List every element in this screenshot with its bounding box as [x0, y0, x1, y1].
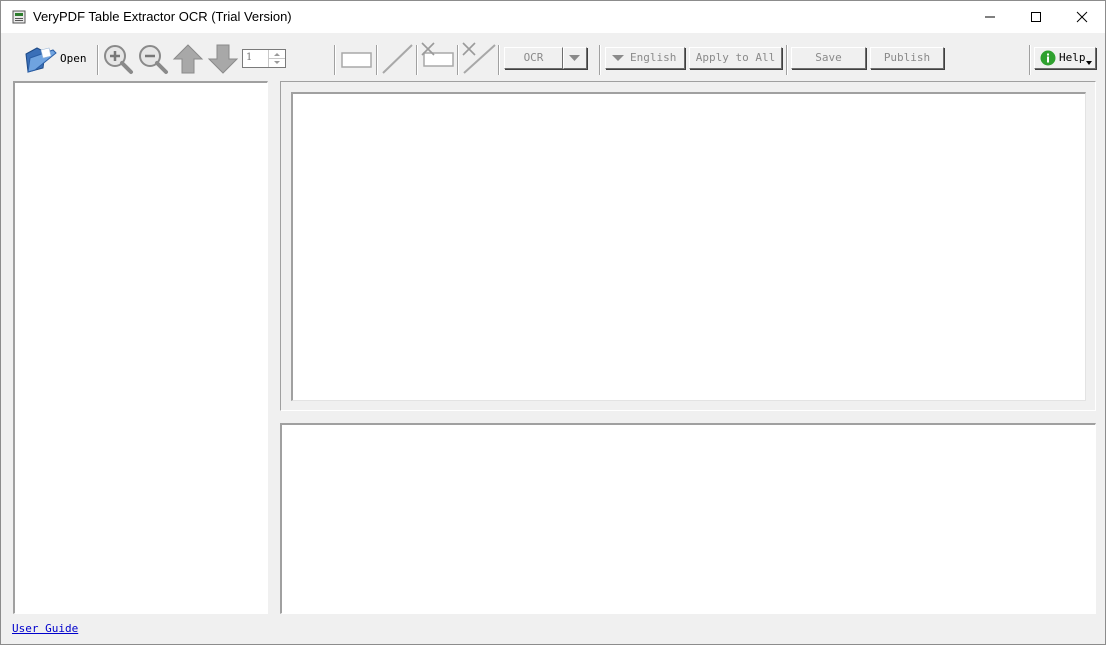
- toolbar-separator: [1029, 45, 1031, 75]
- vertical-splitter[interactable]: [268, 81, 280, 614]
- open-label: Open: [60, 52, 87, 65]
- save-button[interactable]: Save: [791, 47, 866, 69]
- status-bar: [1, 614, 1105, 644]
- dropdown-arrow-icon: [569, 55, 580, 61]
- dropdown-arrow-icon: [1086, 61, 1092, 65]
- open-button[interactable]: Open: [23, 43, 89, 75]
- apply-to-all-button[interactable]: Apply to All: [689, 47, 782, 69]
- page-down-icon[interactable]: [207, 43, 239, 75]
- publish-button[interactable]: Publish: [870, 47, 944, 69]
- user-guide-link[interactable]: User Guide: [12, 622, 78, 635]
- toolbar-separator: [416, 45, 418, 75]
- window-title: VeryPDF Table Extractor OCR (Trial Versi…: [33, 9, 292, 24]
- help-label: Help: [1059, 51, 1086, 64]
- minimize-button[interactable]: [967, 1, 1013, 33]
- ocr-button[interactable]: OCR: [504, 47, 563, 69]
- folder-open-icon: [25, 47, 57, 73]
- page-number-value: 1: [246, 52, 253, 63]
- title-bar: VeryPDF Table Extractor OCR (Trial Versi…: [1, 1, 1105, 33]
- toolbar-separator: [457, 45, 459, 75]
- dropdown-arrow-icon: [612, 55, 624, 61]
- spinner-arrows[interactable]: [268, 50, 285, 67]
- delete-line-icon[interactable]: [460, 41, 498, 75]
- app-icon: [12, 10, 26, 24]
- page-number-spinner[interactable]: 1: [242, 49, 286, 68]
- document-view-panel[interactable]: [291, 92, 1086, 401]
- zoom-in-icon[interactable]: [101, 43, 135, 75]
- language-dropdown[interactable]: English: [605, 47, 685, 69]
- toolbar-separator: [334, 45, 336, 75]
- spinner-arrows-icon: [269, 53, 285, 64]
- zoom-out-icon[interactable]: [136, 43, 170, 75]
- minimize-icon: [985, 16, 995, 18]
- toolbar-separator: [498, 45, 500, 75]
- line-tool-icon[interactable]: [379, 43, 415, 75]
- ocr-dropdown-button[interactable]: [563, 47, 587, 69]
- info-icon: [1040, 50, 1056, 66]
- page-thumbnail-panel[interactable]: [13, 81, 268, 614]
- maximize-button[interactable]: [1013, 1, 1059, 33]
- toolbar-separator: [599, 45, 601, 75]
- app-window: VeryPDF Table Extractor OCR (Trial Versi…: [0, 0, 1106, 645]
- toolbar-separator: [786, 45, 788, 75]
- delete-rectangle-icon[interactable]: [419, 41, 457, 75]
- maximize-icon: [1031, 12, 1041, 22]
- rectangle-tool-icon[interactable]: [339, 45, 375, 75]
- help-button[interactable]: Help: [1034, 47, 1096, 69]
- close-button[interactable]: [1059, 1, 1105, 33]
- toolbar-separator: [97, 45, 99, 75]
- language-label: English: [630, 51, 677, 64]
- close-icon: [1076, 11, 1088, 23]
- toolbar-separator: [376, 45, 378, 75]
- page-up-icon[interactable]: [172, 43, 204, 75]
- table-result-panel[interactable]: [280, 423, 1096, 614]
